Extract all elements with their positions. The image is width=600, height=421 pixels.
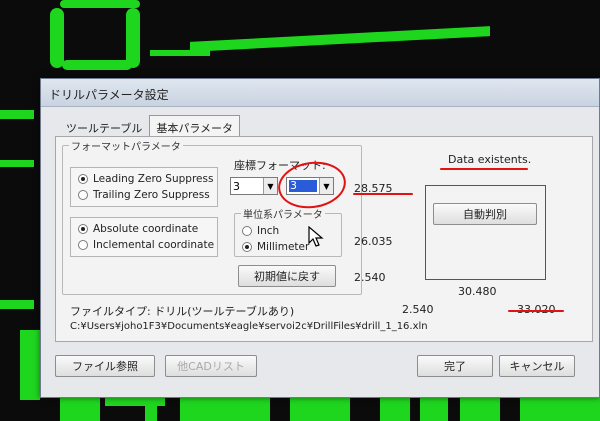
dialog-titlebar[interactable]: ドリルパラメータ設定 (41, 79, 599, 107)
incremental-label: Inclemental coordinate (93, 239, 215, 251)
tab-basic-params[interactable]: 基本パラメータ (149, 115, 241, 137)
format-params-title: フォーマットパラメータ (69, 138, 183, 153)
mouse-cursor-icon (308, 226, 324, 247)
file-browse-button[interactable]: ファイル参照 (55, 355, 155, 377)
data-status-text: Data existents. (448, 153, 532, 166)
x-mid-value: 30.480 (458, 285, 497, 298)
radio-on-icon (242, 242, 252, 252)
radio-leading-zero[interactable]: Leading Zero Suppress (78, 173, 213, 185)
file-path-text: C:¥Users¥joho1F3¥Documents¥eagle¥servoi2… (70, 321, 428, 332)
radio-off-icon (78, 240, 88, 250)
ok-button[interactable]: 完了 (417, 355, 493, 377)
tab-strip: ツールテーブル 基本パラメータ (59, 115, 241, 137)
auto-detect-button[interactable]: 自動判別 (433, 203, 537, 225)
inch-label: Inch (257, 225, 280, 237)
dialog-title: ドリルパラメータ設定 (49, 88, 169, 102)
y-mid-value: 26.035 (354, 235, 393, 248)
radio-incremental[interactable]: Inclemental coordinate (78, 239, 214, 251)
file-type-label: ファイルタイプ: ドリル(ツールテーブルあり) (70, 305, 295, 318)
integer-digits-select[interactable]: 3 ▼ (230, 177, 278, 195)
radio-on-icon (78, 224, 88, 234)
radio-off-icon (78, 190, 88, 200)
absolute-label: Absolute coordinate (93, 223, 199, 235)
millimeter-label: Millimeter (257, 241, 310, 253)
annotation-underline-status (440, 168, 528, 170)
radio-off-icon (242, 226, 252, 236)
radio-trailing-zero[interactable]: Trailing Zero Suppress (78, 189, 210, 201)
board-preview (425, 185, 546, 280)
integer-digits-value: 3 (233, 179, 240, 193)
unit-params-title: 単位系パラメータ (241, 206, 325, 221)
radio-inch[interactable]: Inch (242, 225, 279, 237)
radio-on-icon (78, 174, 88, 184)
trailing-zero-label: Trailing Zero Suppress (93, 189, 210, 201)
x-min-value: 2.540 (402, 303, 434, 316)
other-cad-list-button: 他CADリスト (165, 355, 257, 377)
annotation-underline-y (353, 193, 413, 195)
annotation-underline-x (508, 310, 564, 312)
radio-millimeter[interactable]: Millimeter (242, 241, 309, 253)
reset-defaults-button[interactable]: 初期値に戻す (238, 265, 336, 287)
leading-zero-label: Leading Zero Suppress (93, 173, 214, 185)
cancel-button[interactable]: キャンセル (499, 355, 575, 377)
tab-tool-table[interactable]: ツールテーブル (59, 115, 149, 137)
radio-absolute[interactable]: Absolute coordinate (78, 223, 198, 235)
chevron-down-icon: ▼ (263, 178, 277, 194)
y-min-value: 2.540 (354, 271, 386, 284)
